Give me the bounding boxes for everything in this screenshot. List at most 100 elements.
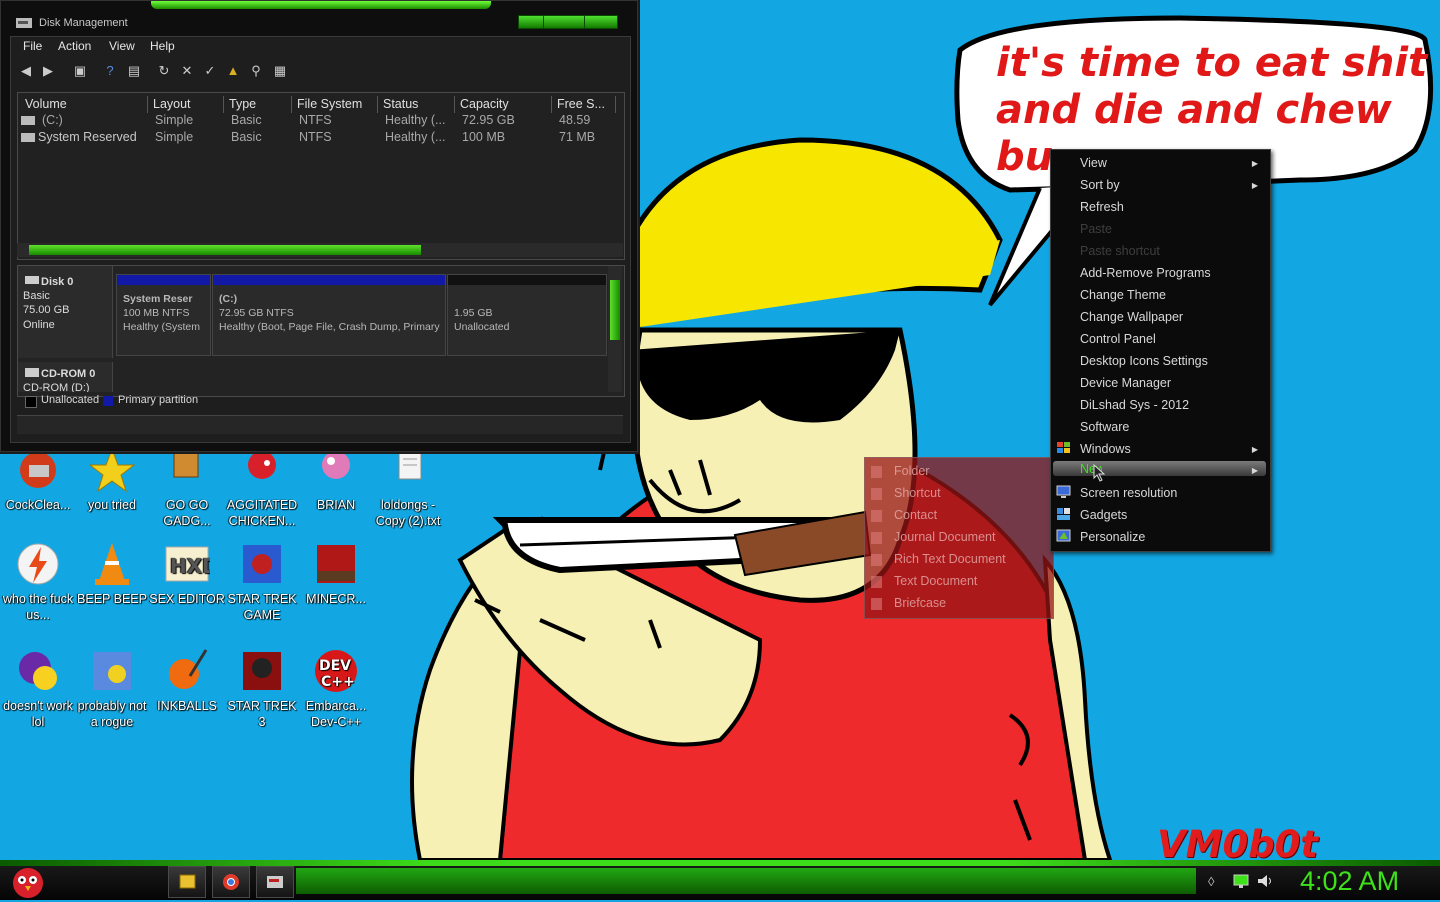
refresh-icon[interactable]: ↻ [155, 63, 173, 79]
hxd-icon: HXD [164, 541, 219, 587]
partition-bar [213, 275, 445, 285]
column-layout[interactable]: Layout [148, 96, 224, 113]
desktop-icon-minecraft[interactable]: MINECR... [298, 541, 374, 607]
table-row[interactable]: System Reserved Simple Basic NTFS Health… [18, 130, 618, 147]
taskbar-disk-management-button[interactable] [256, 866, 294, 898]
close-button[interactable] [584, 15, 618, 29]
column-status[interactable]: Status [378, 96, 455, 113]
submenu-item-contact[interactable]: Contact [894, 508, 937, 522]
desktop-icon-label: CockClea... [5, 498, 71, 512]
desktop-icon-brian[interactable]: BRIAN [298, 447, 374, 513]
help-icon[interactable]: ? [101, 63, 119, 79]
back-icon[interactable]: ◀ [17, 63, 35, 79]
desktop-icon-inkballs[interactable]: INKBALLS [149, 648, 225, 714]
cursor-icon [1093, 464, 1106, 482]
network-icon[interactable] [1232, 873, 1250, 889]
submenu-item-folder[interactable]: Folder [894, 464, 929, 478]
menu-item-gadgets[interactable]: Gadgets [1080, 508, 1127, 522]
search-icon[interactable]: ⚲ [247, 63, 265, 79]
column-capacity[interactable]: Capacity [455, 96, 552, 113]
desktop-icon-go-go-gadget[interactable]: GO GO GADG... [149, 447, 225, 529]
column-free-space[interactable]: Free S... [552, 96, 616, 113]
desktop-icon-sex-editor[interactable]: HXD SEX EDITOR [149, 541, 225, 607]
desktop-icon-you-tried[interactable]: you tried [74, 447, 150, 513]
desktop-icon-cockcleaner[interactable]: CockClea... [0, 447, 76, 513]
personalize-icon [1056, 529, 1071, 542]
partition-c[interactable]: (C:) 72.95 GB NTFS Healthy (Boot, Page F… [212, 274, 446, 356]
disk0-info[interactable]: Disk 0 Basic 75.00 GB Online [18, 266, 113, 358]
check-icon[interactable]: ✓ [201, 63, 219, 79]
maximize-button[interactable] [543, 15, 585, 29]
desktop-icon-loldongs-txt[interactable]: loldongs - Copy (2).txt [370, 447, 446, 529]
submenu-item-journal[interactable]: Journal Document [894, 530, 995, 544]
menu-item-refresh[interactable]: Refresh [1080, 200, 1124, 214]
menu-file[interactable]: File [23, 39, 42, 53]
row-type: Basic [231, 113, 262, 127]
desktop-icon-probably-not-a-rogue[interactable]: probably not a rogue [74, 648, 150, 730]
minimize-button[interactable] [518, 15, 544, 29]
start-button-angry-bird-icon[interactable] [8, 862, 48, 900]
menu-item-view[interactable]: View [1080, 156, 1107, 170]
tray-arrow-icon[interactable]: ◊ [1208, 874, 1214, 889]
menu-item-personalize[interactable]: Personalize [1080, 530, 1145, 544]
menu-item-change-wallpaper[interactable]: Change Wallpaper [1080, 310, 1183, 324]
menu-item-software[interactable]: Software [1080, 420, 1129, 434]
desktop-icon-who-the-fuck[interactable]: who the fuck us... [0, 541, 76, 623]
journal-icon [871, 532, 882, 544]
desktop-icon-label: loldongs - Copy (2).txt [375, 498, 441, 528]
bubble-text-line-3: bu [996, 134, 1054, 180]
horizontal-scrollbar[interactable] [17, 243, 623, 257]
submenu-item-briefcase[interactable]: Briefcase [894, 596, 946, 610]
bird-icon [313, 447, 359, 493]
row-capacity: 100 MB [462, 130, 506, 144]
desktop-icon-beep-beep[interactable]: BEEP BEEP [74, 541, 150, 607]
submenu-item-rich-text[interactable]: Rich Text Document [894, 552, 1006, 566]
menu-item-control-panel[interactable]: Control Panel [1080, 332, 1156, 346]
column-file-system[interactable]: File System [292, 96, 378, 113]
menu-item-screen-resolution[interactable]: Screen resolution [1080, 486, 1177, 500]
disk0-name: Disk 0 [41, 276, 74, 288]
desktop-icon-aggitated-chicken[interactable]: AGGITATED CHICKEN... [224, 447, 300, 529]
table-row[interactable]: (C:) Simple Basic NTFS Healthy (... 72.9… [18, 113, 618, 130]
vertical-scrollbar[interactable] [608, 266, 622, 392]
submenu-item-text-document[interactable]: Text Document [894, 574, 977, 588]
column-type[interactable]: Type [224, 96, 292, 113]
cdrom-info[interactable]: CD-ROM 0 CD-ROM (D:) [18, 362, 113, 392]
menu-item-add-remove-programs[interactable]: Add-Remove Programs [1080, 266, 1211, 280]
gadgets-icon [1057, 508, 1070, 520]
desktop-icon-doesnt-work[interactable]: doesn't work lol [0, 648, 76, 730]
partition-size: 72.95 GB NTFS [219, 307, 294, 319]
rich-text-icon [871, 554, 882, 566]
desktop-icon-star-trek-game[interactable]: STAR TREK GAME [224, 541, 300, 623]
scrollbar-thumb[interactable] [29, 245, 421, 255]
menu-action[interactable]: Action [58, 39, 91, 53]
menu-item-device-manager[interactable]: Device Manager [1080, 376, 1171, 390]
desktop-icon-dev-cpp[interactable]: DEV C++ Embarca... Dev-C++ [298, 648, 374, 730]
menu-help[interactable]: Help [150, 39, 175, 53]
open-folder-icon[interactable]: ▲ [224, 63, 242, 79]
forward-icon[interactable]: ▶ [39, 63, 57, 79]
legend-primary: Primary partition [118, 394, 199, 406]
column-volume[interactable]: Volume [20, 96, 148, 113]
console-tree-icon[interactable]: ▣ [71, 63, 89, 79]
menu-item-desktop-icons-settings[interactable]: Desktop Icons Settings [1080, 354, 1208, 368]
taskbar-explorer-button[interactable] [168, 866, 206, 898]
partition-system-reserved[interactable]: System Reser 100 MB NTFS Healthy (System [116, 274, 211, 356]
disk-management-window[interactable]: Disk Management File Action View Help ◀ … [0, 0, 638, 452]
taskbar-chrome-button[interactable] [212, 866, 250, 898]
submenu-item-shortcut[interactable]: Shortcut [894, 486, 941, 500]
partition-unallocated[interactable]: 1.95 GB Unallocated [447, 274, 607, 356]
menu-view[interactable]: View [109, 39, 135, 53]
settings-icon[interactable]: ▦ [271, 63, 289, 79]
properties-icon[interactable]: ▤ [125, 63, 143, 79]
taskbar-clock[interactable]: 4:02 AM [1300, 866, 1399, 897]
delete-icon[interactable]: ✕ [178, 63, 196, 79]
menu-item-windows[interactable]: Windows [1080, 442, 1131, 456]
desktop-icon-label: you tried [88, 498, 136, 512]
scrollbar-thumb[interactable] [610, 280, 620, 340]
menu-item-dilshad-sys[interactable]: DiLshad Sys - 2012 [1080, 398, 1189, 412]
menu-item-change-theme[interactable]: Change Theme [1080, 288, 1166, 302]
desktop-icon-star-trek-3[interactable]: STAR TREK 3 [224, 648, 300, 730]
menu-item-sort-by[interactable]: Sort by [1080, 178, 1120, 192]
volume-icon[interactable] [1256, 873, 1274, 889]
